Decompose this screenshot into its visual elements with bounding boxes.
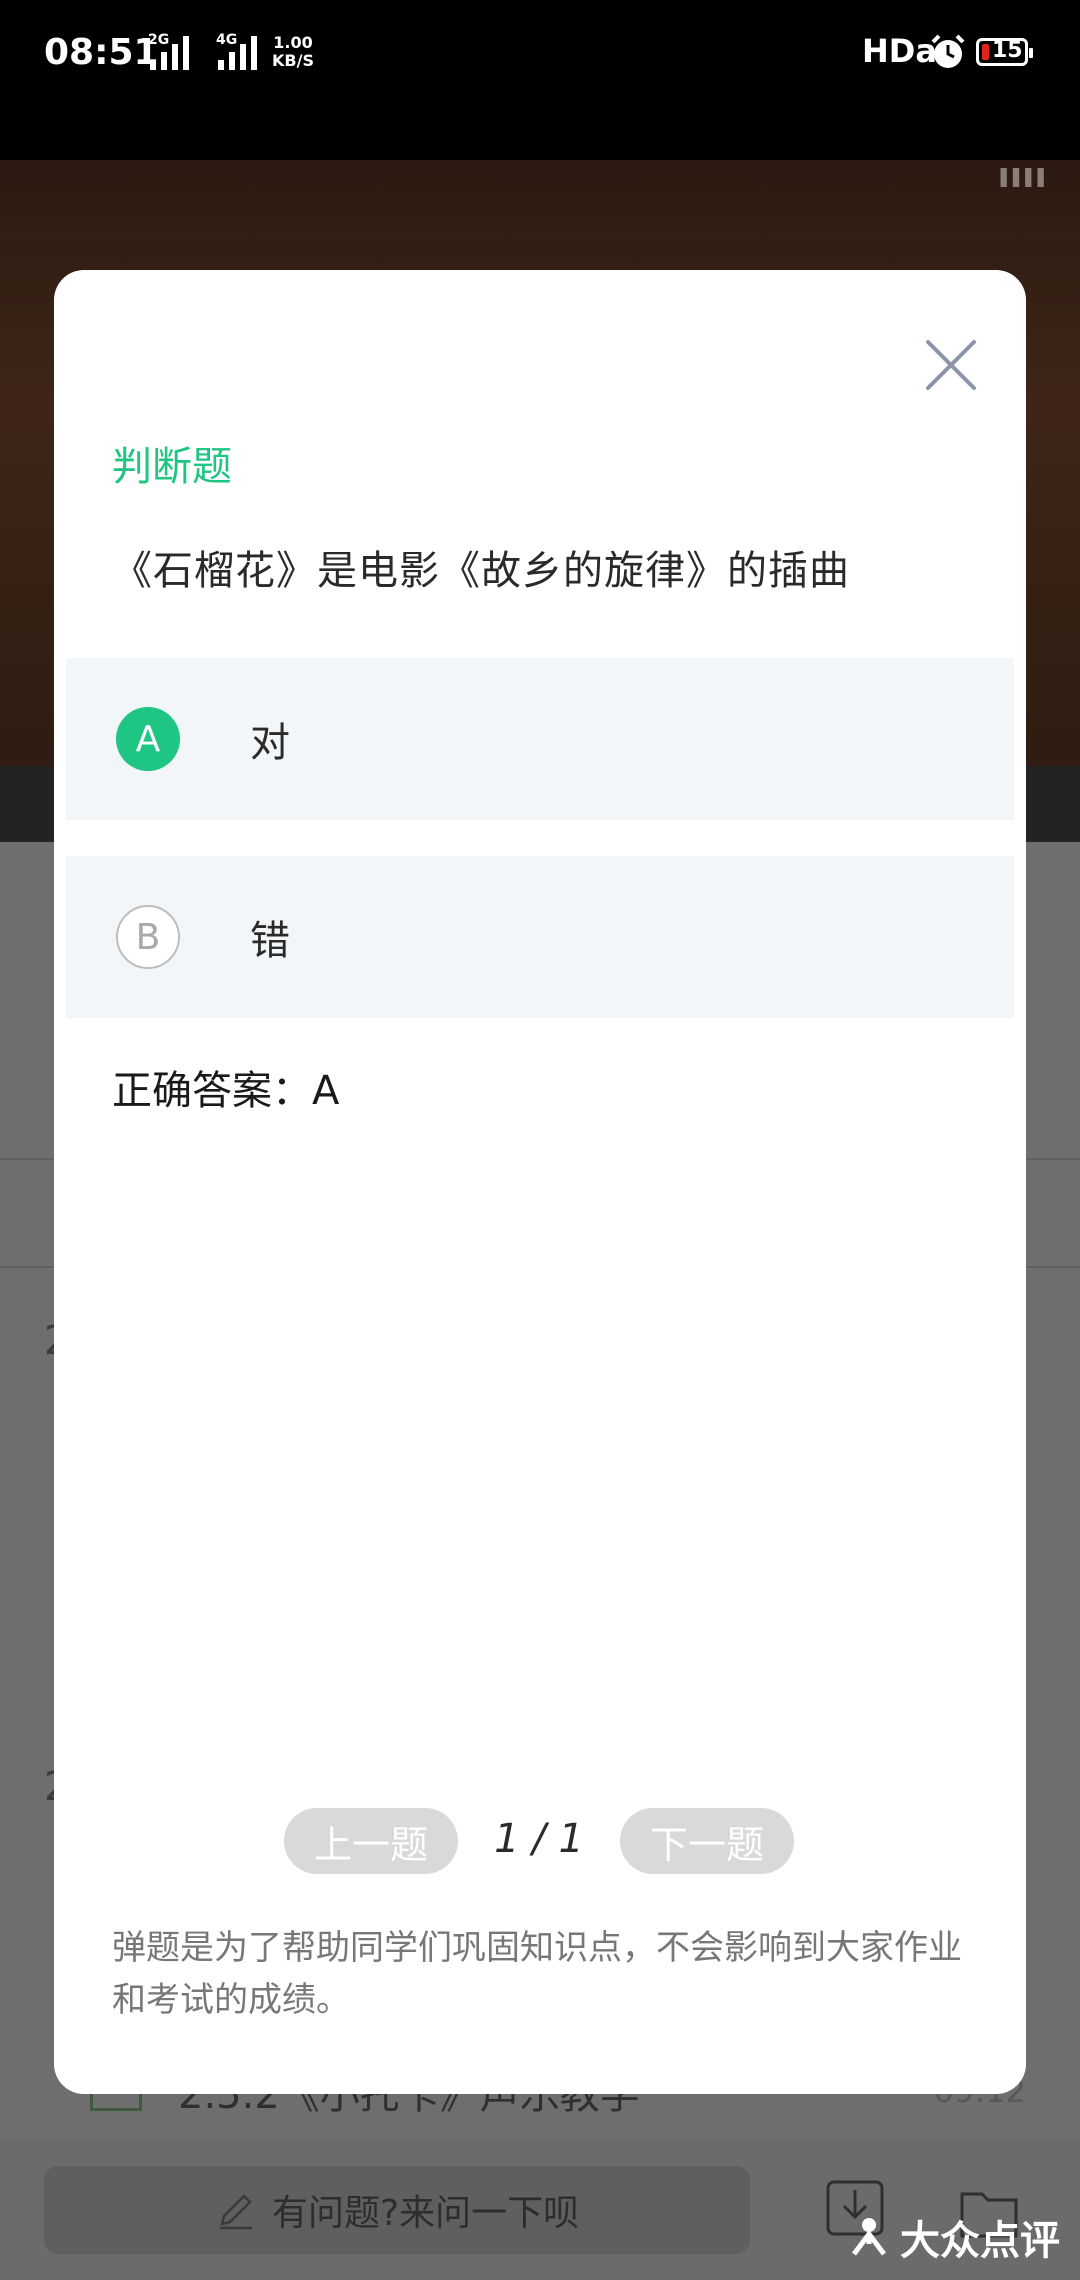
question-type: 判断题 <box>112 444 232 490</box>
ask-question-input[interactable]: 有问题?来问一下呗 <box>44 2166 750 2254</box>
sim1-signal-icon: 2G <box>148 32 189 70</box>
question-counter: 1 / 1 <box>494 1816 584 1862</box>
close-icon[interactable] <box>924 338 978 392</box>
option-b[interactable]: B 错 <box>66 856 1014 1018</box>
battery-icon: 15 <box>976 38 1033 66</box>
status-time: 08:51 <box>44 32 159 73</box>
network-speed-value: 1.00 <box>273 33 313 52</box>
option-a-label: 对 <box>250 720 290 766</box>
sim2-network-label: 4G <box>216 32 238 48</box>
correct-answer: 正确答案：A <box>112 1068 340 1114</box>
quiz-notice: 弹题是为了帮助同学们巩固知识点，不会影响到大家作业和考试的成绩。 <box>112 1928 962 2020</box>
option-b-label: 错 <box>250 918 290 964</box>
battery-level: 15 <box>992 38 1023 63</box>
prev-question-button[interactable]: 上一题 <box>284 1808 458 1874</box>
network-speed: 1.00 KB/S <box>272 34 314 70</box>
quiz-popup: 判断题 《石榴花》是电影《故乡的旋律》的插曲 A 对 B 错 正确答案：A 上一… <box>54 270 1026 2094</box>
question-pager: 上一题 1 / 1 下一题 <box>284 1808 794 1874</box>
next-question-button[interactable]: 下一题 <box>620 1808 794 1874</box>
option-a-letter: A <box>116 707 180 771</box>
sim2-signal-icon: 4G <box>216 32 257 70</box>
dianping-logo-icon <box>852 2218 886 2256</box>
watermark-text: 大众点评 <box>900 2218 1060 2264</box>
alarm-icon <box>931 34 965 68</box>
option-a[interactable]: A 对 <box>66 658 1014 820</box>
status-bar: 08:51 2G 4G 1.00 KB/S HDa 15 <box>0 0 1080 160</box>
pencil-icon <box>220 2194 252 2230</box>
network-speed-unit: KB/S <box>272 51 314 70</box>
question-text: 《石榴花》是电影《故乡的旋律》的插曲 <box>112 548 850 594</box>
ask-question-placeholder: 有问题?来问一下呗 <box>272 2193 580 2234</box>
video-logo-icon: ▌▌▌▌ <box>1000 168 1050 187</box>
sim1-network-label: 2G <box>148 32 170 48</box>
watermark: 大众点评 <box>846 2208 1060 2266</box>
hd-voice-label: HDa <box>862 32 937 70</box>
option-b-letter: B <box>116 905 180 969</box>
